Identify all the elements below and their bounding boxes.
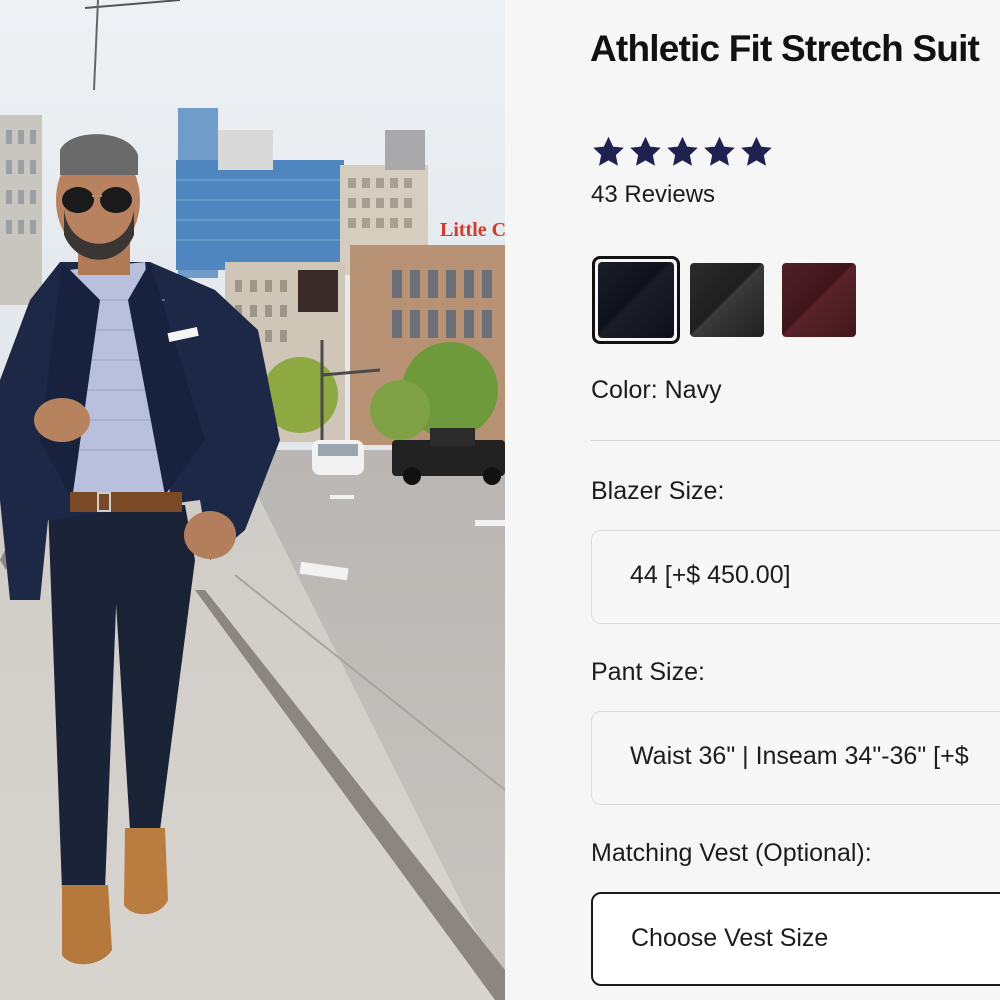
product-details-panel: Athletic Fit Stretch Suit 43 Reviews Col… <box>505 0 1000 1000</box>
swatch-navy[interactable] <box>592 256 680 344</box>
pant-size-select[interactable]: Waist 36" | Inseam 34"-36" [+$ <box>591 711 1000 805</box>
swatch-black-fabric <box>690 263 764 337</box>
blazer-size-value: 44 [+$ 450.00] <box>630 561 791 589</box>
vest-size-label: Matching Vest (Optional): <box>591 839 872 867</box>
swatch-black[interactable] <box>690 263 764 337</box>
star-icon <box>667 136 698 166</box>
star-icon <box>704 136 735 166</box>
vest-size-value: Choose Vest Size <box>631 924 829 952</box>
star-icon <box>741 136 772 166</box>
product-title: Athletic Fit Stretch Suit <box>590 28 980 69</box>
store-sign: Little Caes <box>440 219 505 241</box>
star-icon <box>630 136 661 166</box>
blazer-size-select[interactable]: 44 [+$ 450.00] <box>591 530 1000 624</box>
swatch-burgundy[interactable] <box>782 263 856 337</box>
reviews-link[interactable]: 43 Reviews <box>591 181 715 209</box>
swatch-burgundy-fabric <box>782 263 856 337</box>
pant-size-value: Waist 36" | Inseam 34"-36" [+$ <box>630 742 969 770</box>
vest-size-select[interactable]: Choose Vest Size <box>591 892 1000 986</box>
rating-stars[interactable] <box>590 134 775 170</box>
pant-size-label: Pant Size: <box>591 658 705 686</box>
blazer-size-label: Blazer Size: <box>591 477 725 505</box>
color-label: Color: Navy <box>591 376 722 404</box>
star-icon <box>593 136 624 166</box>
product-photo[interactable]: Little Caes <box>0 0 505 1000</box>
divider <box>591 440 1000 441</box>
swatch-navy-fabric <box>598 262 674 338</box>
model-street-photo: Little Caes <box>0 0 505 1000</box>
